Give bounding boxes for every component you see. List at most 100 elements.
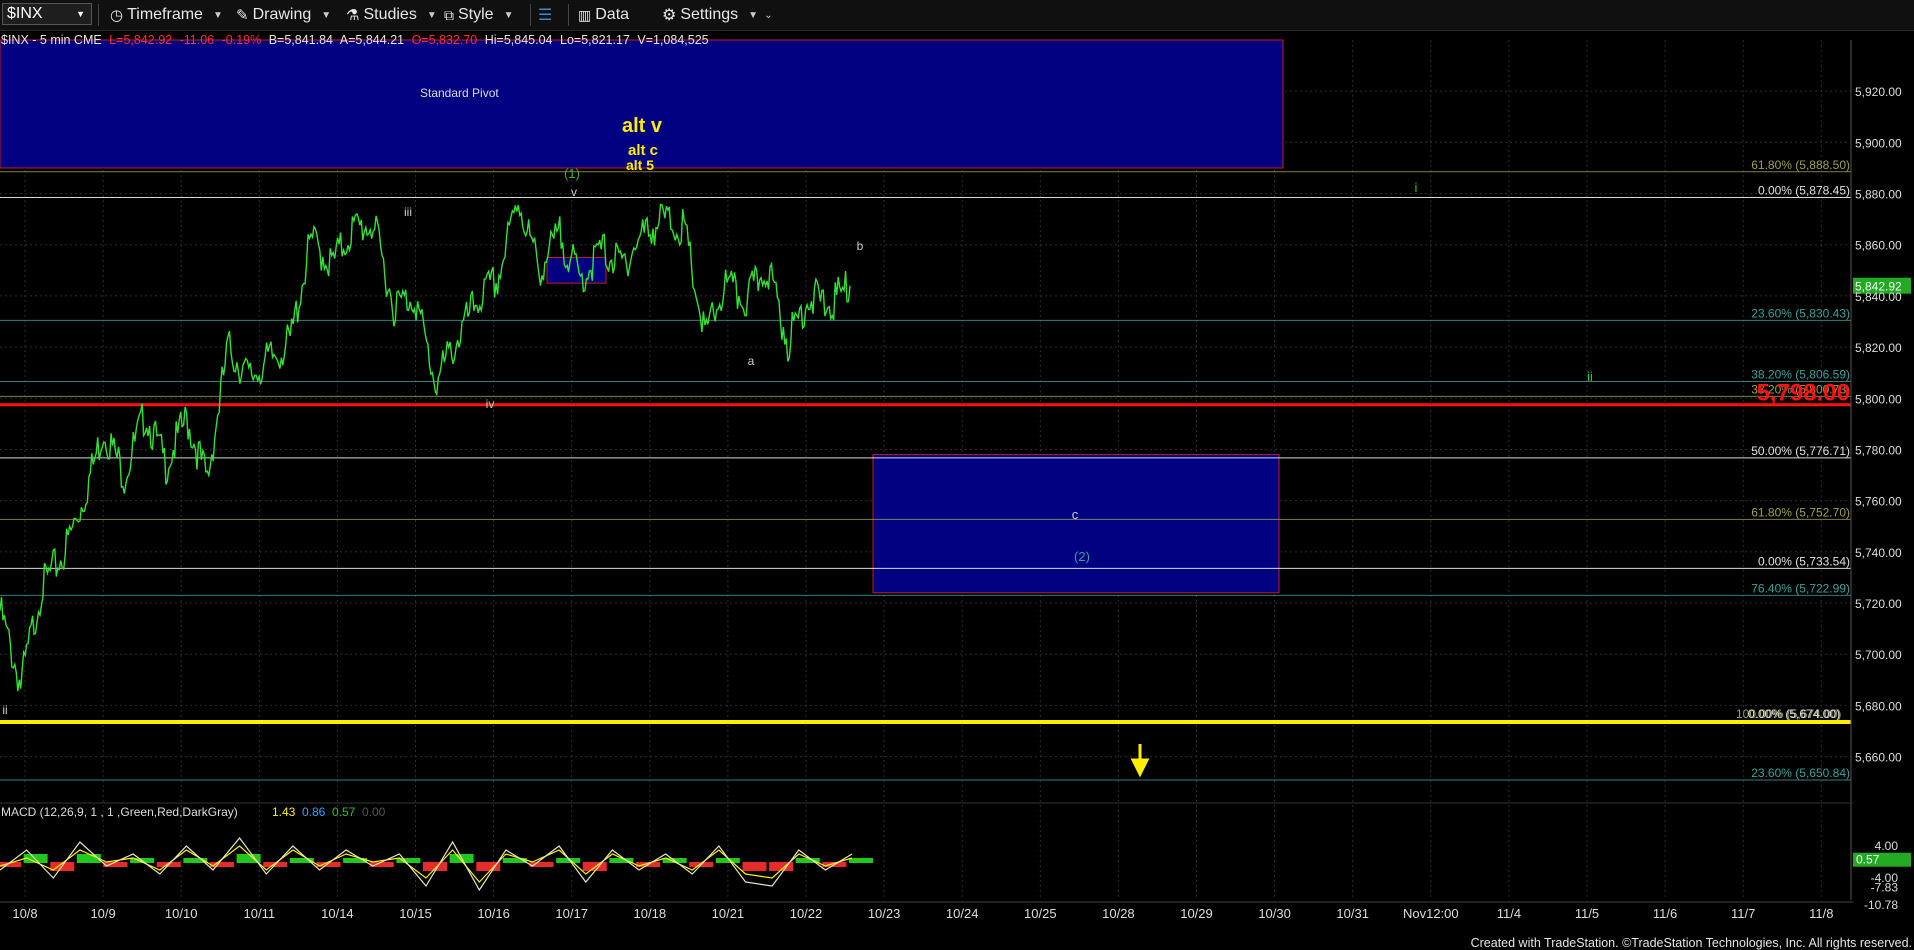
settings-menu[interactable]: ⚙ Settings ▼ ⌄ [662, 4, 772, 26]
symbol-input[interactable]: $INX ▼ [2, 3, 92, 25]
bar-chart-icon: ▥ [578, 6, 592, 23]
small-pivot-box [546, 257, 607, 284]
fib-level-label: 61.80% (5,752.70) [1751, 505, 1850, 519]
macd-histogram-bar [423, 862, 447, 871]
wave-label: alt v [622, 115, 663, 137]
x-tick-label: 10/31 [1336, 906, 1369, 921]
drawing-label: Drawing [252, 6, 312, 23]
x-tick-label: 10/29 [1180, 906, 1213, 921]
macd-value: 0.00 [362, 805, 386, 819]
x-tick-label: 10/15 [399, 906, 432, 921]
x-tick-label: 11/5 [1575, 906, 1599, 921]
toolbar-divider [568, 4, 569, 26]
net-change: -11.06 [179, 33, 215, 47]
chevron-down-icon[interactable]: ▼ [76, 9, 85, 19]
x-tick-label: 10/10 [165, 906, 198, 921]
gear-icon: ⚙ [662, 7, 677, 24]
x-tick-label: 10/11 [244, 906, 276, 921]
macd-histogram-bar [742, 862, 767, 871]
wave-label: iii [404, 205, 412, 219]
down-arrow-icon [1130, 744, 1150, 778]
x-tick-label: 10/8 [12, 906, 37, 921]
high-price: Hi=5,845.04 [484, 33, 553, 47]
price-chart[interactable]: Standard Pivot 61.80% (5,888.50) 0.00% (5,… [0, 0, 1914, 950]
pivot-line-label: 5,798.00 [1757, 380, 1850, 407]
x-tick-label: Nov12:00 [1403, 906, 1459, 921]
y-tick-label: 5,900.00 [1855, 136, 1902, 150]
wave-label: ii [1587, 369, 1593, 384]
wave-label: ii [2, 703, 7, 717]
y-tick-label: 5,800.00 [1855, 392, 1902, 406]
settings-label: Settings [680, 6, 739, 23]
layout-icon: ☰ [538, 7, 553, 24]
symbol-description: $INX - 5 min CME [1, 33, 102, 47]
macd-histogram-bar [76, 854, 101, 863]
chevron-down-icon: ▼ [748, 9, 759, 21]
macd-y-tick: -10.78 [1864, 898, 1898, 912]
x-tick-label: 10/17 [555, 906, 588, 921]
toolbar-divider [98, 4, 99, 26]
x-tick-label: 10/28 [1102, 906, 1135, 921]
y-tick-label: 5,920.00 [1855, 85, 1902, 99]
price-line [0, 203, 851, 692]
timeframe-menu[interactable]: ◷ Timeframe ▼ [110, 4, 223, 26]
x-tick-label: 11/7 [1731, 906, 1755, 921]
copyright-footer: Created with TradeStation. ©TradeStation… [1470, 936, 1912, 950]
wave-label: iv [486, 397, 495, 411]
x-tick-label: 10/9 [90, 906, 115, 921]
layout-button[interactable]: ☰ [538, 4, 552, 26]
percent-change: -0.19% [221, 33, 262, 47]
chevron-down-icon: ▼ [426, 9, 437, 21]
wave-label: alt 5 [626, 157, 654, 173]
macd-y-tick: -7.83 [1871, 880, 1899, 894]
macd-value: 1.43 [272, 805, 296, 819]
quote-info-line: $INX - 5 min CME L=5,842.92 -11.06 -0.19… [1, 33, 713, 47]
y-tick-label: 5,780.00 [1855, 443, 1902, 457]
x-tick-label: 10/14 [321, 906, 354, 921]
y-tick-label: 5,740.00 [1855, 546, 1902, 560]
open-price: O=5,832.70 [411, 33, 478, 47]
data-menu[interactable]: ▥ Data [578, 4, 629, 26]
low-price: Lo=5,821.17 [560, 33, 630, 47]
y-tick-label: 5,760.00 [1855, 495, 1902, 509]
macd-title: MACD (12,26,9, 1 , 1 ,Green,Red,DarkGray… [1, 805, 238, 819]
x-tick-label: 10/18 [634, 906, 667, 921]
style-menu[interactable]: ⧉ Style ▼ [444, 4, 513, 26]
pencil-icon: ✎ [236, 7, 249, 24]
macd-last-label: 0.57 [1856, 853, 1880, 867]
x-tick-label: 10/16 [477, 906, 510, 921]
macd-histogram-bar [582, 862, 607, 871]
fib-level-label: 23.60% (5,830.43) [1751, 306, 1850, 320]
wave-label: (1) [564, 166, 580, 181]
flask-icon: ⚗ [346, 7, 360, 24]
x-tick-label: 10/22 [790, 906, 823, 921]
y-tick-label: 5,660.00 [1855, 751, 1902, 765]
y-tick-label: 5,840.00 [1855, 290, 1902, 304]
wave-label: a [748, 354, 755, 368]
chevron-down-icon: ⌄ [764, 9, 773, 21]
y-tick-label: 5,700.00 [1855, 648, 1902, 662]
x-tick-label: 10/23 [868, 906, 901, 921]
x-tick-label: 10/24 [946, 906, 979, 921]
chevron-down-icon: ▼ [212, 9, 223, 21]
y-tick-label: 5,860.00 [1855, 239, 1902, 253]
y-tick-label: 5,680.00 [1855, 699, 1902, 713]
chevron-down-icon: ▼ [503, 9, 514, 21]
studies-menu[interactable]: ⚗ Studies ▼ [346, 4, 437, 26]
style-icon: ⧉ [444, 6, 454, 23]
ask-price: A=5,844.21 [339, 33, 405, 47]
last-price: L=5,842.92 [109, 33, 173, 47]
bid-price: B=5,841.84 [268, 33, 333, 47]
macd-value: 0.86 [302, 805, 326, 819]
y-tick-label: 5,720.00 [1855, 597, 1902, 611]
studies-label: Studies [363, 6, 417, 23]
data-label: Data [595, 6, 630, 23]
timeframe-label: Timeframe [127, 6, 203, 23]
y-tick-label: 5,820.00 [1855, 341, 1902, 355]
drawing-menu[interactable]: ✎ Drawing ▼ [236, 4, 331, 26]
clock-icon: ◷ [110, 7, 124, 24]
fib-level-label: 0.00% (5,674.00) [1748, 707, 1840, 721]
wave-label: i [1415, 180, 1418, 195]
wave-label: c [1072, 507, 1079, 522]
fib-level-label: 61.80% (5,888.50) [1751, 158, 1850, 172]
